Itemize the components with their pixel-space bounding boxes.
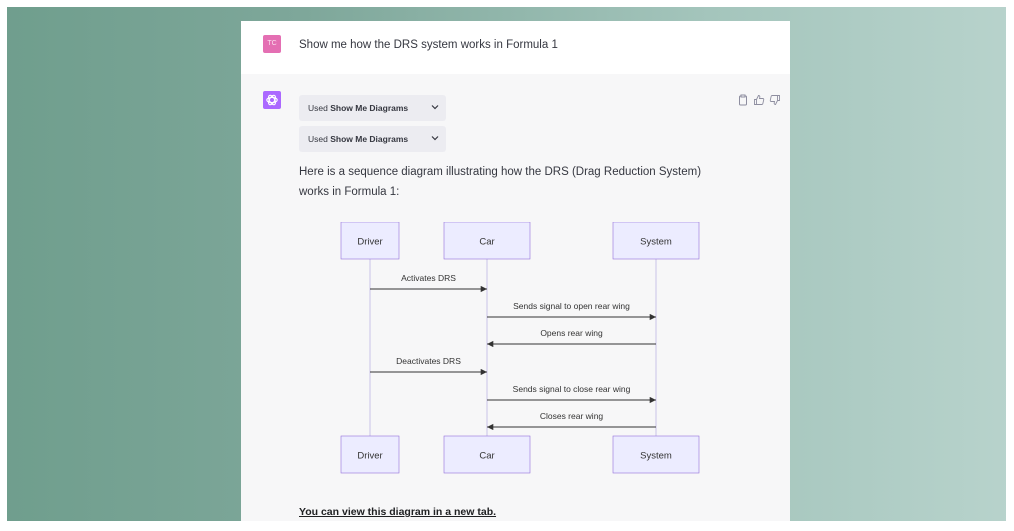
participant-label-driver-bottom: Driver (357, 451, 382, 462)
assistant-answer-text: Here is a sequence diagram illustrating … (299, 166, 702, 198)
frame-right (1006, 0, 1014, 531)
participant-label-car-top: Car (479, 237, 494, 248)
message-label: Sends signal to open rear wing (513, 301, 630, 311)
user-message-text: Show me how the DRS system works in Form… (299, 39, 558, 51)
message-label: Deactivates DRS (396, 356, 461, 366)
plugin-chip-label: Used Show Me Diagrams (308, 134, 409, 144)
message-label: Sends signal to close rear wing (513, 384, 631, 394)
frame-bottom (0, 521, 1014, 531)
frame-left (0, 0, 7, 531)
chevron-down-icon (431, 105, 439, 110)
assistant-avatar (263, 91, 281, 109)
thumbs-down-icon[interactable] (769, 94, 781, 106)
participant-label-driver-top: Driver (357, 237, 382, 248)
user-message-row: TC Show me how the DRS system works in F… (241, 21, 790, 74)
message-label: Activates DRS (401, 273, 456, 283)
message-label: Closes rear wing (540, 411, 604, 421)
message-actions (737, 94, 787, 108)
plugin-chip-label: Used Show Me Diagrams (308, 103, 409, 113)
user-avatar: TC (263, 35, 281, 53)
assistant-message-row: Used Show Me Diagrams Used Show Me Diagr… (241, 74, 790, 521)
participant-label-system-top: System (640, 237, 672, 248)
copy-icon[interactable] (737, 94, 749, 106)
plugin-chip-show-me-diagrams[interactable]: Used Show Me Diagrams (299, 95, 446, 121)
participant-label-car-bottom: Car (479, 451, 494, 462)
message-label: Opens rear wing (540, 328, 603, 338)
thumbs-up-icon[interactable] (753, 94, 765, 106)
plugin-chip-show-me-diagrams[interactable]: Used Show Me Diagrams (299, 126, 446, 152)
chevron-down-icon (431, 136, 439, 141)
participant-label-system-bottom: System (640, 451, 672, 462)
openai-logo-icon (266, 94, 278, 106)
sequence-diagram: Driver Driver Car Car System System Activates … (340, 222, 700, 474)
chat-window: TC Show me how the DRS system works in F… (241, 21, 790, 521)
view-diagram-link[interactable]: You can view this diagram in a new tab. (299, 506, 496, 518)
frame-top (0, 0, 1014, 7)
